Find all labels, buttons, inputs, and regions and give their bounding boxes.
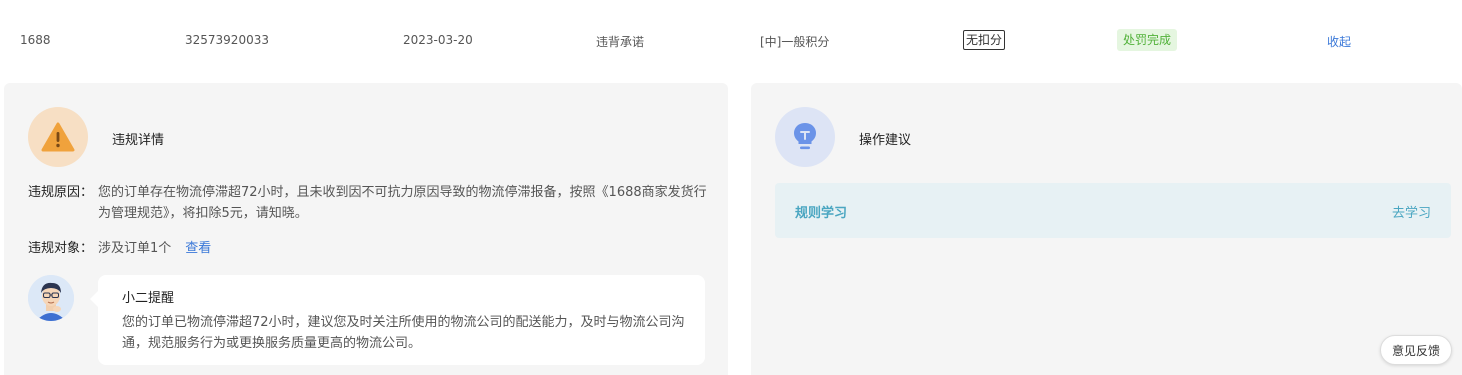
platform-cell: 1688 <box>20 33 51 47</box>
collapse-link[interactable]: 收起 <box>1327 33 1351 50</box>
target-text: 涉及订单1个 <box>98 241 172 256</box>
rule-learning-title: 规则学习 <box>795 206 848 221</box>
violation-record-row: 1688 32573920033 2023-03-20 违背承诺 [中]一般积分… <box>0 0 1462 80</box>
suggestions-panel: 操作建议 规则学习 去学习 <box>751 83 1462 375</box>
date-cell: 2023-03-20 <box>403 33 473 47</box>
violation-details-panel: 违规详情 违规原因： 您的订单存在物流停滞超72小时，且未收到因不可抗力原因导致… <box>4 83 728 375</box>
warning-icon <box>28 107 88 167</box>
violation-reason: 违规原因： 您的订单存在物流停滞超72小时，且未收到因不可抗力原因导致的物流停滞… <box>28 182 718 224</box>
order-id-cell: 32573920033 <box>185 33 269 47</box>
violation-type-cell: 违背承诺 <box>596 35 645 49</box>
category-cell: [中]一般积分 <box>760 35 830 49</box>
feedback-button[interactable]: 意见反馈 <box>1380 335 1452 365</box>
lightbulb-icon <box>775 107 835 167</box>
go-learn-link[interactable]: 去学习 <box>1392 202 1431 221</box>
reminder-text: 您的订单已物流停滞超72小时，建议您及时关注所使用的物流公司的配送能力，及时与物… <box>122 315 685 351</box>
reason-label: 违规原因： <box>28 185 94 200</box>
reminder-bubble: 小二提醒 您的订单已物流停滞超72小时，建议您及时关注所使用的物流公司的配送能力… <box>90 275 705 365</box>
view-orders-link[interactable]: 查看 <box>185 241 211 256</box>
suggestions-title: 操作建议 <box>859 133 912 148</box>
reason-text: 您的订单存在物流停滞超72小时，且未收到因不可抗力原因导致的物流停滞报备，按照《… <box>98 185 707 221</box>
violation-target: 违规对象： 涉及订单1个 查看 <box>28 238 718 259</box>
details-title: 违规详情 <box>112 133 165 148</box>
status-badge: 处罚完成 <box>1117 29 1178 51</box>
rule-learning-card[interactable]: 规则学习 去学习 <box>775 183 1451 238</box>
deduction-badge: 无扣分 <box>963 30 1006 50</box>
target-label: 违规对象： <box>28 241 94 256</box>
reminder-title: 小二提醒 <box>122 291 175 306</box>
avatar <box>28 275 74 321</box>
